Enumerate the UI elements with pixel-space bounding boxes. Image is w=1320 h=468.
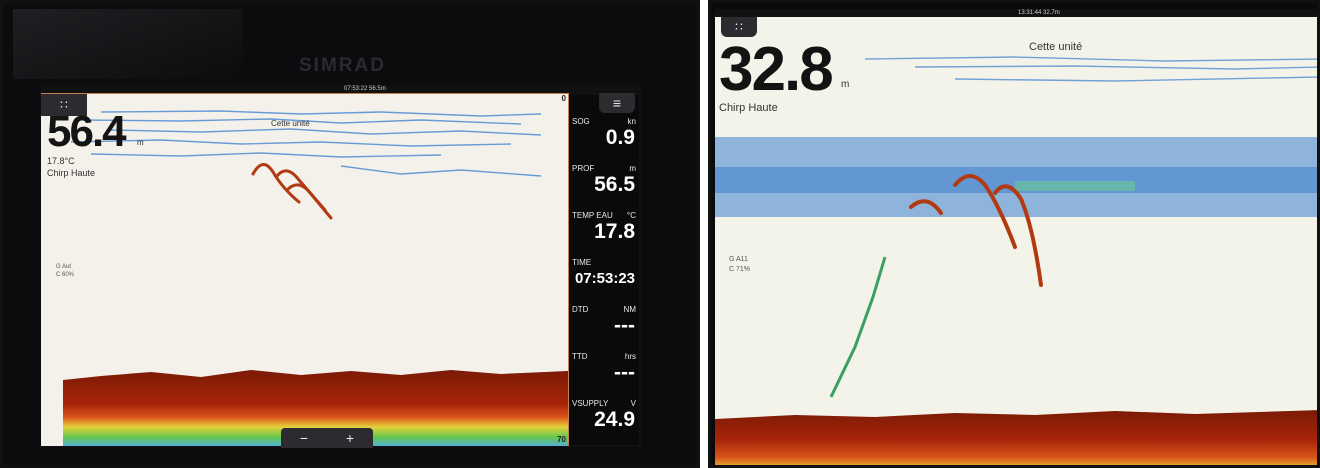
data-label: VSUPPLY	[572, 399, 609, 408]
data-label: PROF	[572, 164, 595, 173]
seabed	[715, 410, 1317, 465]
data-label: SOG	[572, 117, 590, 126]
data-unit: NM	[623, 305, 636, 314]
sonar-display-right: 13:31:44 32.7m ∷ 32.8 m Chirp Haute Cett…	[715, 9, 1317, 465]
depth-scale-0: 0	[561, 94, 566, 103]
zoom-bar: − +	[281, 428, 373, 448]
photo-right: 13:31:44 32.7m ∷ 32.8 m Chirp Haute Cett…	[708, 0, 1320, 468]
data-value: 24.9	[594, 408, 635, 431]
brand-logo: SIMRAD	[299, 55, 386, 76]
sonar-pane[interactable]: ∷ 56.4 m 17.8°C Chirp Haute Cette unité …	[41, 93, 569, 448]
data-value: 07:53:23	[574, 270, 635, 287]
data-value: 17.8	[594, 220, 635, 243]
status-bar: 07:53:22 56.5m	[41, 85, 641, 93]
data-unit: m	[629, 164, 636, 173]
data-panel: ≡ SOG kn 0.9 PROF m 56.5 TEMP EAU °C 17.…	[569, 93, 639, 445]
depth-readout: 32.8	[719, 35, 834, 104]
range-label: Cette unité	[1029, 41, 1083, 53]
data-unit: V	[630, 399, 636, 408]
status-time: 07:53:22 56.5m	[344, 86, 386, 92]
fish-arches	[251, 163, 333, 220]
apps-grid-icon[interactable]: ∷	[721, 17, 757, 37]
gain-auto[interactable]: G A11	[729, 255, 748, 264]
range-label: Cette unité	[271, 119, 310, 128]
bezel-glare	[13, 9, 243, 79]
surface-lines	[864, 56, 1317, 82]
depth-unit: m	[841, 79, 850, 90]
zoom-out-button[interactable]: −	[281, 428, 327, 448]
depth-unit: m	[137, 138, 144, 147]
depth-scale-70: 70	[557, 435, 566, 444]
data-unit: °C	[627, 211, 636, 220]
sonar-display-left: 07:53:22 56.5m ∷ 56.4 m 17.8°C Chirp Hau…	[41, 85, 641, 448]
status-bar: 13:31:44 32.7m	[715, 9, 1317, 17]
frequency-mode: Chirp Haute	[719, 102, 778, 114]
sonar-pane[interactable]: ∷ 32.8 m Chirp Haute Cette unité G A11 C…	[715, 17, 1317, 465]
data-label: TEMP EAU	[572, 211, 613, 220]
data-label: TTD	[572, 352, 588, 361]
data-label: DTD	[572, 305, 589, 314]
gain-contrast[interactable]: C 60%	[56, 272, 74, 279]
data-unit: kn	[627, 117, 636, 126]
data-unit: hrs	[624, 352, 636, 361]
status-time: 13:31:44 32.7m	[1018, 10, 1060, 16]
frequency-mode: Chirp Haute	[47, 168, 96, 178]
gain-auto[interactable]: G Aut	[56, 264, 71, 271]
depth-readout: 56.4	[47, 107, 127, 156]
data-value: 56.5	[594, 173, 635, 196]
data-value: ---	[614, 361, 635, 384]
water-temperature: 17.8°C	[47, 156, 75, 166]
data-value: ---	[614, 314, 635, 337]
gain-contrast[interactable]: C 71%	[729, 265, 750, 274]
zoom-in-button[interactable]: +	[327, 428, 373, 448]
data-label: TIME	[572, 258, 592, 267]
data-value: 0.9	[605, 126, 635, 149]
menu-icon[interactable]: ≡	[599, 93, 635, 113]
fish-trace	[829, 256, 887, 398]
photo-left: SIMRAD 07:53:22 56.5m ∷ 56.4 m 17.8°C Ch…	[0, 0, 700, 468]
